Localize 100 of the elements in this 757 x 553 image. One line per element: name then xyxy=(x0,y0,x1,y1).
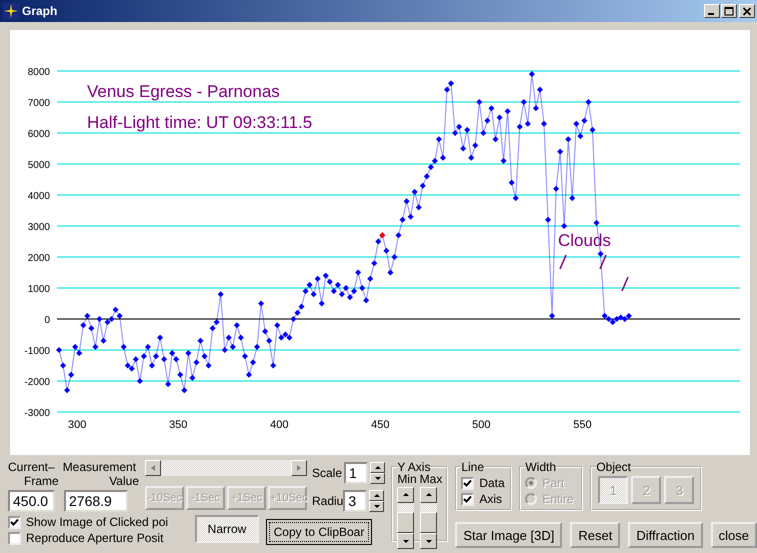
data-point xyxy=(436,136,442,142)
data-point xyxy=(416,204,422,210)
data-point xyxy=(274,322,280,328)
checkbox[interactable] xyxy=(8,516,21,528)
checkbox[interactable] xyxy=(8,532,21,544)
data-point xyxy=(541,120,547,127)
vertical-scrollbar[interactable] xyxy=(420,487,438,549)
data-point xyxy=(557,148,564,155)
data-point xyxy=(242,353,248,360)
data-point xyxy=(598,250,604,257)
maximize-button[interactable] xyxy=(721,4,737,18)
data-point xyxy=(585,99,592,105)
group-title: Width xyxy=(525,460,556,474)
scroll-right-button[interactable] xyxy=(291,460,307,476)
data-point xyxy=(177,372,184,378)
data-point xyxy=(484,118,490,124)
data-point xyxy=(516,124,523,130)
data-point xyxy=(488,105,494,112)
y-tick-label: -3000 xyxy=(24,408,50,419)
data-point xyxy=(561,223,568,229)
data-point xyxy=(266,338,272,344)
scroll-up-button[interactable] xyxy=(397,487,414,503)
data-point xyxy=(496,114,503,120)
spin-up-button[interactable] xyxy=(369,490,384,501)
y-tick-label: 0 xyxy=(44,315,50,326)
data-point xyxy=(412,188,418,195)
data-point xyxy=(189,374,196,381)
group-title: Object xyxy=(596,460,632,474)
data-point xyxy=(238,334,244,341)
scrollbar-thumb[interactable] xyxy=(420,512,438,534)
maximize-icon xyxy=(724,6,734,16)
data-point xyxy=(520,99,527,105)
data-point xyxy=(218,291,224,298)
x-tick-label: 500 xyxy=(472,419,491,431)
data-point xyxy=(420,182,426,189)
window-title: Graph xyxy=(22,4,58,18)
scroll-left-button[interactable] xyxy=(145,460,161,476)
data-point xyxy=(310,291,317,298)
checkbox[interactable] xyxy=(461,492,474,506)
data-point xyxy=(549,312,556,319)
data-point xyxy=(181,387,188,394)
data-point xyxy=(500,158,507,164)
data-point xyxy=(165,381,172,388)
slash-mark xyxy=(559,254,567,270)
data-point xyxy=(524,120,531,127)
y-tick-label: 7000 xyxy=(28,98,50,109)
data-point xyxy=(100,338,106,344)
group-title: Line xyxy=(461,460,484,474)
spin-down-button[interactable] xyxy=(370,473,386,484)
scroll-up-button[interactable] xyxy=(420,487,438,503)
data-point xyxy=(250,359,256,366)
data-point xyxy=(80,322,86,328)
frame-label: Frame xyxy=(24,474,59,488)
action-button[interactable]: Reset xyxy=(570,522,620,548)
y-tick-label: 4000 xyxy=(28,191,50,202)
horizontal-scrollbar[interactable] xyxy=(145,460,307,476)
data-point xyxy=(573,120,580,127)
data-point xyxy=(391,254,398,260)
scroll-down-button[interactable] xyxy=(397,533,414,549)
scale-field[interactable]: 1 xyxy=(344,462,368,484)
data-point xyxy=(88,325,94,332)
vertical-scrollbar[interactable] xyxy=(397,487,414,549)
scale-label: Scale xyxy=(312,466,342,480)
action-button[interactable]: Star Image [3D] xyxy=(455,522,562,548)
minimize-button[interactable] xyxy=(704,4,720,18)
checkbox[interactable] xyxy=(461,476,474,490)
spin-up-button[interactable] xyxy=(370,462,386,473)
scroll-down-button[interactable] xyxy=(420,533,438,549)
radius-field[interactable]: 3 xyxy=(343,490,368,512)
x-tick-label: 300 xyxy=(68,419,86,431)
frame-field[interactable]: 450.0 xyxy=(8,490,55,512)
data-point xyxy=(262,328,268,334)
slash-mark xyxy=(599,254,607,270)
y-tick-label: 5000 xyxy=(28,160,50,171)
narrow-button[interactable]: Narrow xyxy=(195,515,259,543)
x-tick-label: 550 xyxy=(573,419,592,431)
y-tick-label: 6000 xyxy=(28,129,50,140)
chart-annotation: Venus Egress - Parnonas xyxy=(87,82,280,101)
copy-button[interactable]: Copy to ClipBoar xyxy=(266,519,372,545)
close-icon xyxy=(742,6,752,16)
checkbox-label: Reproduce Aperture Posit xyxy=(26,531,164,545)
scrollbar-thumb[interactable] xyxy=(397,512,414,534)
action-button[interactable]: Diffraction xyxy=(628,522,703,548)
data-point xyxy=(68,372,74,378)
close-window-button[interactable] xyxy=(739,4,755,18)
data-point xyxy=(202,353,208,360)
spin-down-button[interactable] xyxy=(369,501,384,512)
data-point xyxy=(314,276,321,282)
action-button[interactable]: close xyxy=(710,522,757,548)
data-point xyxy=(553,186,560,192)
y-tick-label: 3000 xyxy=(28,222,50,233)
star-icon xyxy=(3,3,19,19)
data-point xyxy=(161,356,168,362)
data-point xyxy=(226,334,232,341)
value-field[interactable]: 2768.9 xyxy=(64,490,128,512)
data-point xyxy=(532,105,539,112)
checkbox-label: Show Image of Clicked poi xyxy=(26,515,168,529)
slash-mark xyxy=(621,276,629,292)
radius-label: Radiu xyxy=(312,494,344,508)
data-point xyxy=(60,362,66,368)
